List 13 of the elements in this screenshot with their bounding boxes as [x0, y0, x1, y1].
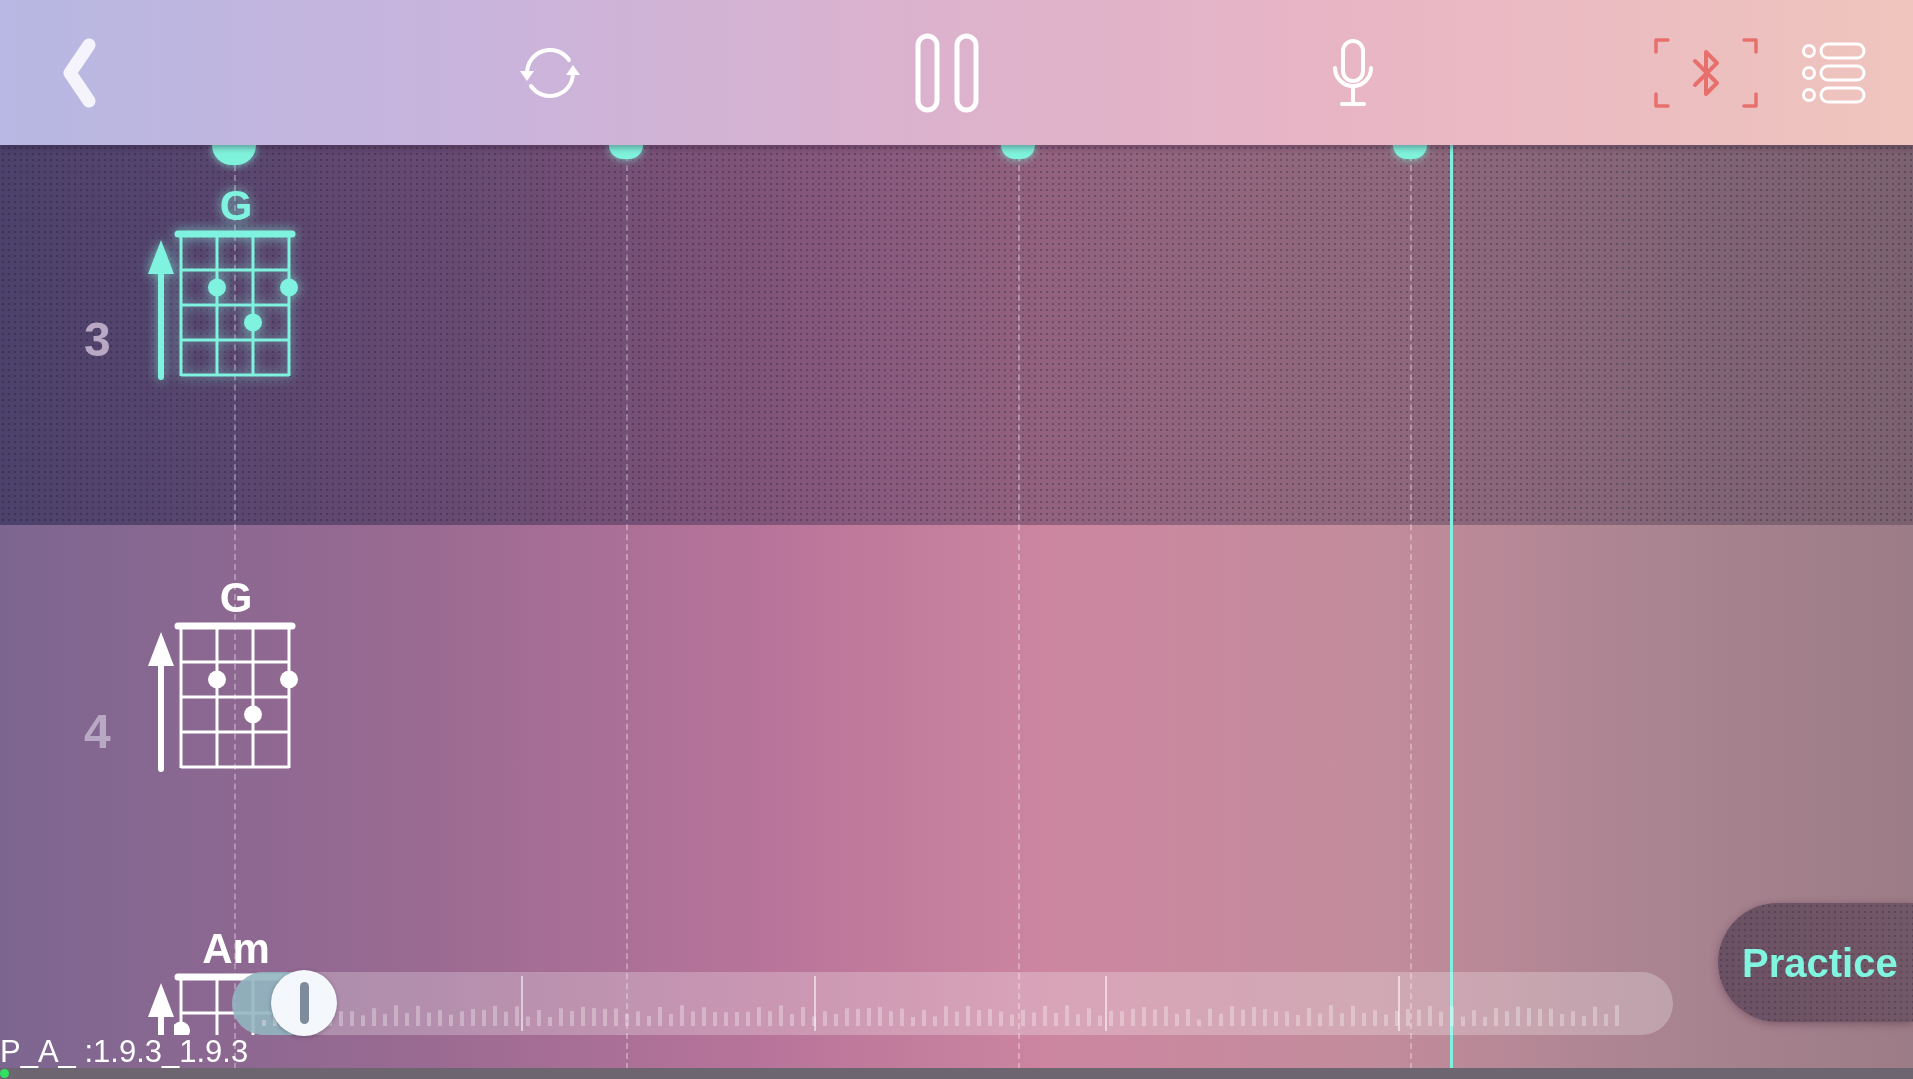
debug-text: P_A_ :1.9.3_1.9.3 — [0, 1036, 249, 1067]
microphone-icon — [1330, 37, 1376, 108]
chord-name: Am — [202, 928, 270, 970]
measure-number: 4 — [84, 708, 112, 756]
progress-track[interactable] — [232, 972, 1673, 1035]
chord-name: G — [219, 577, 253, 619]
chevron-left-icon — [61, 37, 97, 108]
measure-number: 3 — [84, 316, 112, 364]
bluetooth-icon — [1653, 36, 1759, 109]
practice-button[interactable]: Practice — [1718, 903, 1913, 1022]
chord-name: G — [219, 185, 253, 227]
pause-icon — [915, 32, 979, 113]
slider-thumb[interactable] — [271, 970, 338, 1036]
